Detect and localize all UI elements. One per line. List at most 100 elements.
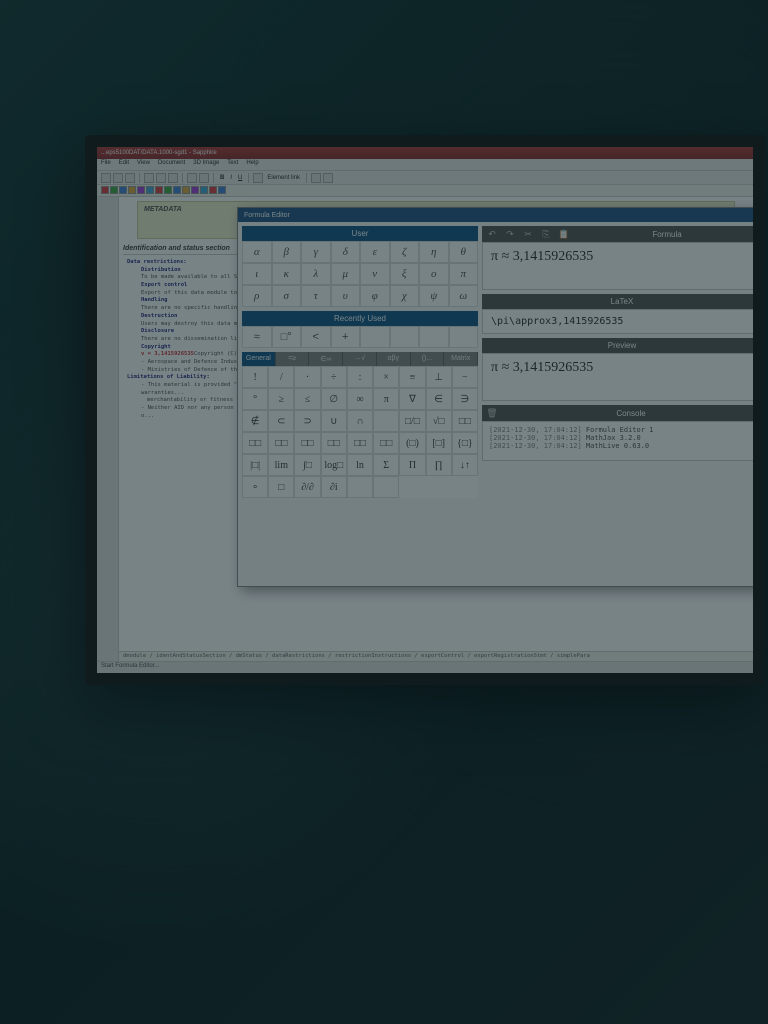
operator-button[interactable]: ∇ — [399, 388, 425, 410]
operator-button[interactable]: □□ — [452, 410, 478, 432]
operator-button[interactable]: ∈ — [426, 388, 452, 410]
menu-3dimage[interactable]: 3D Image — [193, 160, 219, 169]
undo-icon[interactable]: ↶ — [486, 228, 498, 240]
menu-file[interactable]: File — [101, 160, 111, 169]
menu-edit[interactable]: Edit — [119, 160, 129, 169]
color-swatch[interactable] — [110, 186, 118, 194]
color-swatch[interactable] — [137, 186, 145, 194]
operator-button[interactable]: □□ — [294, 432, 320, 454]
operator-button[interactable] — [373, 476, 399, 498]
link-icon[interactable] — [253, 173, 263, 183]
greek-symbol-button[interactable]: χ — [390, 285, 420, 307]
operator-button[interactable]: □□ — [347, 432, 373, 454]
tool2-icon[interactable] — [323, 173, 333, 183]
greek-symbol-button[interactable]: σ — [272, 285, 302, 307]
copy-icon[interactable] — [156, 173, 166, 183]
greek-symbol-button[interactable]: α — [242, 241, 272, 263]
color-swatch[interactable] — [200, 186, 208, 194]
menu-view[interactable]: View — [137, 160, 150, 169]
operator-button[interactable]: ∂i — [321, 476, 347, 498]
greek-symbol-button[interactable]: ψ — [419, 285, 449, 307]
greek-symbol-button[interactable]: β — [272, 241, 302, 263]
category-tab[interactable]: αβγ — [377, 352, 411, 366]
operator-button[interactable]: ∫□ — [294, 454, 320, 476]
menu-help[interactable]: Help — [246, 160, 258, 169]
greek-symbol-button[interactable]: λ — [301, 263, 331, 285]
operator-button[interactable]: ∏ — [426, 454, 452, 476]
italic-button[interactable]: I — [228, 175, 234, 181]
operator-button[interactable]: ∅ — [321, 388, 347, 410]
greek-symbol-button[interactable]: ω — [449, 285, 479, 307]
operator-button[interactable]: ln — [347, 454, 373, 476]
underline-button[interactable]: U — [236, 175, 244, 181]
color-swatch[interactable] — [218, 186, 226, 194]
recent-symbol-button[interactable] — [449, 326, 479, 348]
operator-button[interactable]: √□ — [426, 410, 452, 432]
greek-symbol-button[interactable]: ι — [242, 263, 272, 285]
operator-button[interactable]: ∂/∂ — [294, 476, 320, 498]
greek-symbol-button[interactable]: θ — [449, 241, 479, 263]
greek-symbol-button[interactable]: π — [449, 263, 479, 285]
operator-button[interactable]: ∪ — [321, 410, 347, 432]
operator-button[interactable]: |□| — [242, 454, 268, 476]
operator-button[interactable]: − — [452, 366, 478, 388]
redo-icon[interactable]: ↷ — [504, 228, 516, 240]
color-swatch[interactable] — [101, 186, 109, 194]
operator-button[interactable]: lim — [268, 454, 294, 476]
greek-symbol-button[interactable]: ξ — [390, 263, 420, 285]
greek-symbol-button[interactable]: γ — [301, 241, 331, 263]
greek-symbol-button[interactable]: υ — [331, 285, 361, 307]
color-swatch[interactable] — [182, 186, 190, 194]
operator-button[interactable] — [347, 476, 373, 498]
operator-button[interactable]: ÷ — [321, 366, 347, 388]
operator-button[interactable]: {□} — [452, 432, 478, 454]
open-icon[interactable] — [113, 173, 123, 183]
trash-icon[interactable]: 🗑 — [486, 407, 498, 419]
formula-input[interactable]: π ≈ 3,1415926535 — [482, 242, 762, 290]
formula-editor-titlebar[interactable]: Formula Editor — [238, 208, 765, 222]
greek-symbol-button[interactable]: ν — [360, 263, 390, 285]
operator-button[interactable]: ⊥ — [426, 366, 452, 388]
color-swatch[interactable] — [164, 186, 172, 194]
category-tab[interactable]: =≥ — [276, 352, 310, 366]
category-tab[interactable]: ∈∞ — [309, 352, 343, 366]
greek-symbol-button[interactable]: ζ — [390, 241, 420, 263]
operator-button[interactable]: ≤ — [294, 388, 320, 410]
greek-symbol-button[interactable]: ε — [360, 241, 390, 263]
operator-button[interactable]: □□ — [242, 432, 268, 454]
copy-icon[interactable]: ⎘ — [540, 228, 552, 240]
operator-button[interactable]: □□ — [268, 432, 294, 454]
operator-button[interactable]: ∘ — [242, 476, 268, 498]
greek-symbol-button[interactable]: κ — [272, 263, 302, 285]
paste-icon[interactable]: 📋 — [558, 228, 570, 240]
greek-symbol-button[interactable]: ο — [419, 263, 449, 285]
operator-button[interactable]: / — [268, 366, 294, 388]
operator-button[interactable]: Π — [399, 454, 425, 476]
paste-icon[interactable] — [168, 173, 178, 183]
operator-button[interactable]: ∉ — [242, 410, 268, 432]
operator-button[interactable]: : — [347, 366, 373, 388]
operator-button[interactable]: ∋ — [452, 388, 478, 410]
undo-icon[interactable] — [187, 173, 197, 183]
new-icon[interactable] — [101, 173, 111, 183]
operator-button[interactable]: □□ — [373, 432, 399, 454]
operator-button[interactable]: ∩ — [347, 410, 373, 432]
operator-button[interactable]: □□ — [321, 432, 347, 454]
recent-symbol-button[interactable] — [419, 326, 449, 348]
operator-button[interactable]: ↓↑ — [452, 454, 478, 476]
operator-button[interactable]: ≡ — [399, 366, 425, 388]
latex-output[interactable]: \pi\approx3,1415926535 — [482, 309, 762, 334]
save-icon[interactable] — [125, 173, 135, 183]
color-swatch[interactable] — [128, 186, 136, 194]
operator-button[interactable]: ≥ — [268, 388, 294, 410]
operator-button[interactable]: × — [373, 366, 399, 388]
operator-button[interactable] — [373, 410, 399, 432]
operator-button[interactable]: ∞ — [347, 388, 373, 410]
recent-symbol-button[interactable] — [360, 326, 390, 348]
category-tab[interactable]: General — [242, 352, 276, 366]
recent-symbol-button[interactable]: + — [331, 326, 361, 348]
greek-symbol-button[interactable]: μ — [331, 263, 361, 285]
recent-symbol-button[interactable]: ≈ — [242, 326, 272, 348]
operator-button[interactable]: □/□ — [399, 410, 425, 432]
category-tab[interactable]: ()... — [411, 352, 445, 366]
